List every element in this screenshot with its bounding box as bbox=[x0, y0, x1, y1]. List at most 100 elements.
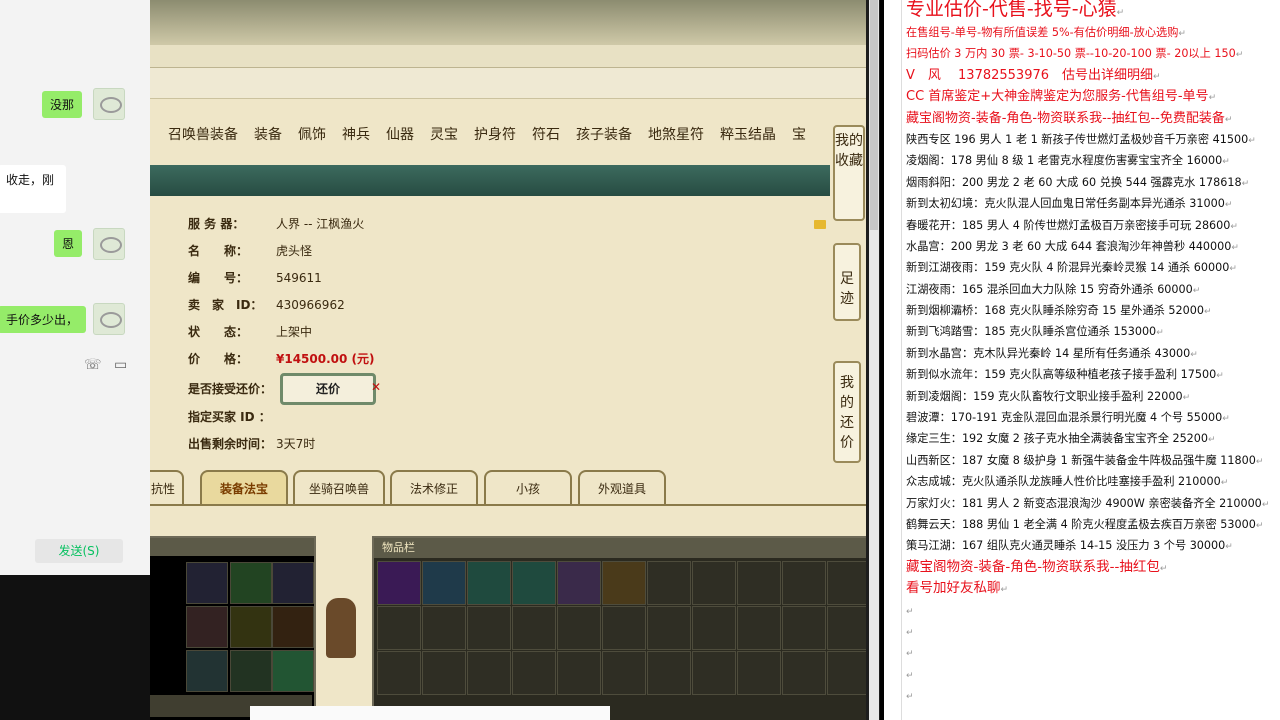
inventory-slot[interactable] bbox=[782, 561, 826, 605]
inventory-slot[interactable] bbox=[827, 561, 866, 605]
inventory-slot[interactable] bbox=[422, 606, 466, 650]
inventory-slot[interactable] bbox=[782, 651, 826, 695]
note-line: 陕西专区 196 男人 1 老 1 新孩子传世燃灯孟极妙音千万亲密 41500↵ bbox=[906, 129, 1280, 150]
note-line: 扫码估价 3 万内 30 票- 3-10-50 票--10-20-100 票- … bbox=[906, 43, 1280, 64]
category-item[interactable]: 护身符 bbox=[466, 118, 524, 150]
inventory-slot[interactable] bbox=[467, 651, 511, 695]
inventory-slot[interactable] bbox=[647, 561, 691, 605]
tab-mounts-pets[interactable]: 坐骑召唤兽 bbox=[293, 470, 385, 504]
inventory-slot[interactable] bbox=[467, 561, 511, 605]
note-line: 万家灯火：181 男人 2 新变态混浪淘沙 4900W 亲密装备齐全 21000… bbox=[906, 493, 1280, 514]
inventory-slot[interactable] bbox=[377, 606, 421, 650]
tab-resistance[interactable]: 抗性 bbox=[150, 470, 184, 504]
tab-appearance[interactable]: 外观道具 bbox=[578, 470, 666, 504]
inventory-slot[interactable] bbox=[737, 651, 781, 695]
inventory-slot[interactable] bbox=[512, 561, 556, 605]
equipment-slot[interactable] bbox=[272, 650, 314, 692]
inventory-slot[interactable] bbox=[512, 651, 556, 695]
category-item[interactable]: 符石 bbox=[524, 118, 568, 150]
note-line: 众志成城：克火队通杀队龙族睡人性价比哇塞接手盈利 210000↵ bbox=[906, 471, 1280, 492]
inventory-slot[interactable] bbox=[602, 651, 646, 695]
tab-children[interactable]: 小孩 bbox=[484, 470, 572, 504]
category-item[interactable]: 灵宝 bbox=[422, 118, 466, 150]
inventory-slot[interactable] bbox=[737, 606, 781, 650]
avatar[interactable] bbox=[93, 303, 125, 335]
send-button[interactable]: 发送(S) bbox=[35, 539, 123, 563]
note-line-text: 新到烟柳灞桥：168 克火队睡杀除穷奇 15 星外通杀 52000 bbox=[906, 304, 1204, 318]
tab-spell-modifiers[interactable]: 法术修正 bbox=[390, 470, 478, 504]
chat-message-sent: 手价多少出， bbox=[0, 306, 87, 333]
inventory-slot[interactable] bbox=[782, 606, 826, 650]
phone-icon[interactable]: ☏ bbox=[84, 357, 102, 373]
counter-offer-button[interactable]: 还价 bbox=[280, 373, 376, 405]
category-item[interactable]: 佩饰 bbox=[290, 118, 334, 150]
inventory-slot[interactable] bbox=[827, 606, 866, 650]
inventory-slot[interactable] bbox=[647, 651, 691, 695]
inventory-slot[interactable] bbox=[557, 651, 601, 695]
note-line-text: 碧波潭：170-191 克金队混回血混杀景行明光魔 4 个号 55000 bbox=[906, 411, 1223, 425]
category-item[interactable]: 神兵 bbox=[334, 118, 378, 150]
inventory-slot[interactable] bbox=[377, 651, 421, 695]
inventory-slot[interactable] bbox=[377, 561, 421, 605]
paragraph-mark-icon: ↵ bbox=[1208, 435, 1216, 446]
note-line: 新到飞鸿踏雪：185 克火队睡杀宫位通杀 153000↵ bbox=[906, 321, 1280, 342]
inventory-slot[interactable] bbox=[422, 651, 466, 695]
note-line-text: 新到凌烟阁：159 克火队畜牧行文职业接手盈利 22000 bbox=[906, 389, 1183, 403]
tab-equipment[interactable]: 装备法宝 bbox=[200, 470, 288, 504]
equipment-slot[interactable] bbox=[186, 562, 228, 604]
note-line: 烟雨斜阳：200 男龙 2 老 60 大成 60 兑换 544 强霹克水 178… bbox=[906, 172, 1280, 193]
paragraph-mark-icon: ↵ bbox=[1231, 242, 1239, 253]
category-item[interactable]: 宝 bbox=[784, 118, 814, 150]
equipment-slot[interactable] bbox=[230, 650, 272, 692]
side-tab-favorites[interactable]: 我的收藏 bbox=[833, 125, 865, 221]
inventory-slot[interactable] bbox=[512, 606, 556, 650]
inventory-grid bbox=[377, 561, 866, 695]
inventory-slot[interactable] bbox=[692, 606, 736, 650]
category-item[interactable]: 装备 bbox=[246, 118, 290, 150]
note-line: 鹤舞云天：188 男仙 1 老全满 4 阶克火程度孟极去疾百万亲密 53000↵ bbox=[906, 514, 1280, 535]
info-label: 是否接受还价： bbox=[188, 382, 273, 396]
category-item[interactable]: 粹玉结晶 bbox=[712, 118, 784, 150]
note-line: 藏宝阁物资-装备-角色-物资联系我--抽红包↵ bbox=[906, 557, 1280, 578]
avatar[interactable] bbox=[93, 228, 125, 260]
inventory-slot[interactable] bbox=[647, 606, 691, 650]
note-line: 看号加好友私聊↵ bbox=[906, 578, 1280, 599]
paragraph-mark-icon: ↵ bbox=[1159, 563, 1168, 574]
inventory-slot[interactable] bbox=[602, 606, 646, 650]
inventory-slot[interactable] bbox=[557, 561, 601, 605]
info-label: 卖 家 ID： bbox=[188, 298, 263, 312]
category-item[interactable]: 召唤兽装备 bbox=[160, 118, 246, 150]
paragraph-mark-icon: ↵ bbox=[1224, 114, 1233, 125]
paragraph-mark-icon: ↵ bbox=[906, 606, 914, 617]
note-line: 新到凌烟阁：159 克火队畜牧行文职业接手盈利 22000↵ bbox=[906, 386, 1280, 407]
equipment-slot[interactable] bbox=[230, 562, 272, 604]
equipment-slot[interactable] bbox=[186, 650, 228, 692]
name-value: 虎头怪 bbox=[276, 244, 313, 258]
inventory-slot[interactable] bbox=[692, 651, 736, 695]
inventory-slot[interactable] bbox=[467, 606, 511, 650]
equipment-slot[interactable] bbox=[272, 562, 314, 604]
avatar[interactable] bbox=[93, 88, 125, 120]
inventory-slot[interactable] bbox=[557, 606, 601, 650]
scrollbar-thumb[interactable] bbox=[870, 0, 878, 230]
category-item[interactable]: 仙器 bbox=[378, 118, 422, 150]
equipment-slot[interactable] bbox=[272, 606, 314, 648]
side-tab-footprint[interactable]: 足迹 bbox=[833, 243, 861, 321]
note-line: ↵ bbox=[906, 664, 1280, 685]
note-line-text: 策马江湖：167 组队克火通灵睡杀 14-15 没压力 3 个号 30000 bbox=[906, 539, 1226, 553]
side-tab-counter-offers[interactable]: 我的还价 bbox=[833, 361, 861, 463]
category-item[interactable]: 地煞星符 bbox=[640, 118, 712, 150]
equipment-slot[interactable] bbox=[230, 606, 272, 648]
folder-icon[interactable] bbox=[814, 220, 826, 229]
inventory-slot[interactable] bbox=[602, 561, 646, 605]
video-icon[interactable]: ▭ bbox=[114, 357, 127, 373]
notes-content: 专业估价-代售-找号-心猿↵ 在售组号-单号-物有所值误差 5%-有估价明细-放心… bbox=[906, 0, 1280, 707]
inventory-slot[interactable] bbox=[422, 561, 466, 605]
inventory-slot[interactable] bbox=[692, 561, 736, 605]
inventory-slot[interactable] bbox=[827, 651, 866, 695]
inventory-slot[interactable] bbox=[737, 561, 781, 605]
category-item[interactable]: 孩子装备 bbox=[568, 118, 640, 150]
note-line-text: 新到水晶宫：克木队异光秦岭 14 星所有任务通杀 43000 bbox=[906, 346, 1191, 360]
equipment-slot[interactable] bbox=[186, 606, 228, 648]
paragraph-mark-icon: ↵ bbox=[1241, 178, 1250, 189]
